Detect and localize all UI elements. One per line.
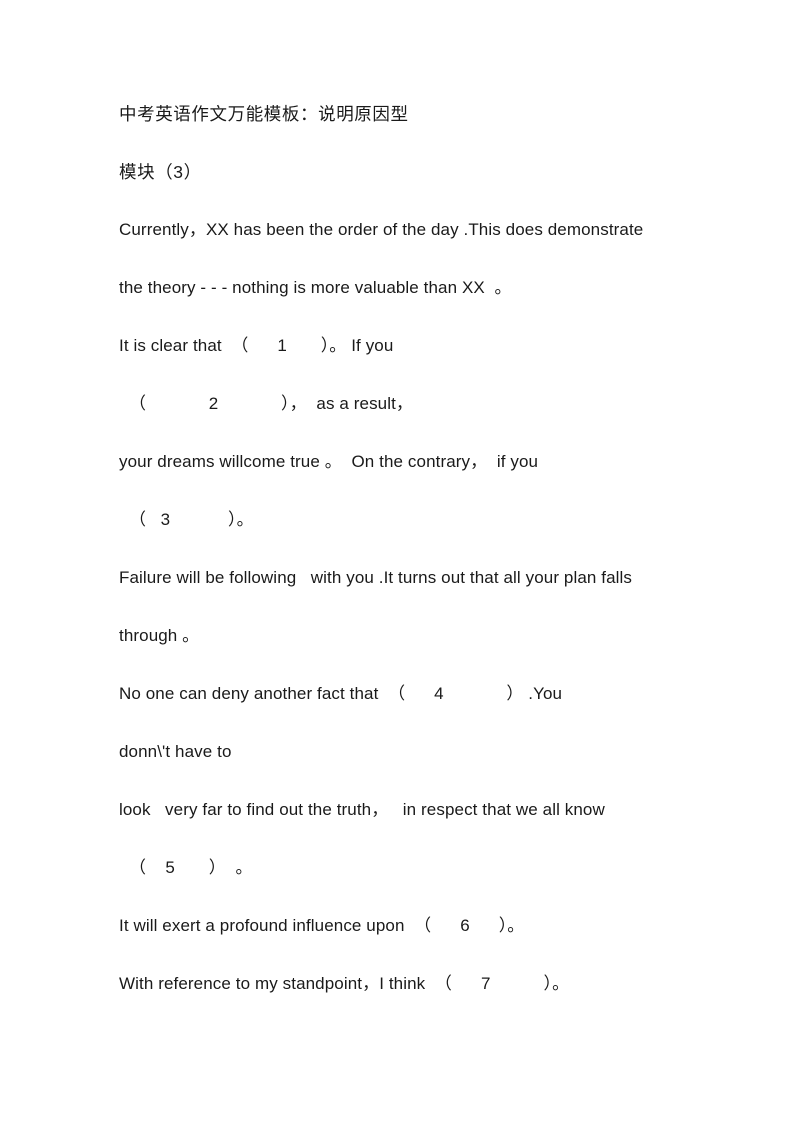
paragraph-6-line-1: look very far to find out the truth， in … xyxy=(119,800,605,819)
paragraph-4-line-1: Failure will be following with you .It t… xyxy=(119,568,633,587)
paragraph-2-line-2-blank-2: （ 2 ）， as a result， xyxy=(129,394,414,413)
paragraph-1-line-2: the theory - - - nothing is more valuabl… xyxy=(119,278,512,297)
paragraph-5-line-2: donn\'t have to xyxy=(119,742,232,761)
paragraph-3-line-2-blank-3: （ 3 ）。 xyxy=(129,510,254,529)
paragraph-6-line-2-blank-5: （ 5 ） 。 xyxy=(129,858,253,877)
document-body: 中考英语作文万能模板：说明原因型 模块（3） Currently，XX has … xyxy=(119,103,719,1031)
paragraph-7-line-1-blank-6: It will exert a profound influence upon … xyxy=(119,916,525,935)
paragraph-8-line-1-blank-7: With reference to my standpoint，I think … xyxy=(119,974,570,993)
paragraph-5-line-1-blank-4: No one can deny another fact that （ 4 ） … xyxy=(119,684,563,703)
paragraph-4-line-2: through 。 xyxy=(119,626,200,645)
document-title: 中考英语作文万能模板：说明原因型 xyxy=(119,104,409,124)
paragraph-3-line-1: your dreams willcome true 。 On the contr… xyxy=(119,452,539,471)
section-heading-module: 模块（3） xyxy=(119,162,202,182)
document-page: 中考英语作文万能模板：说明原因型 模块（3） Currently，XX has … xyxy=(0,0,794,1123)
paragraph-2-line-1-blank-1: It is clear that （ 1 ）。 If you xyxy=(119,336,394,355)
paragraph-1-line-1: Currently，XX has been the order of the d… xyxy=(119,220,644,239)
